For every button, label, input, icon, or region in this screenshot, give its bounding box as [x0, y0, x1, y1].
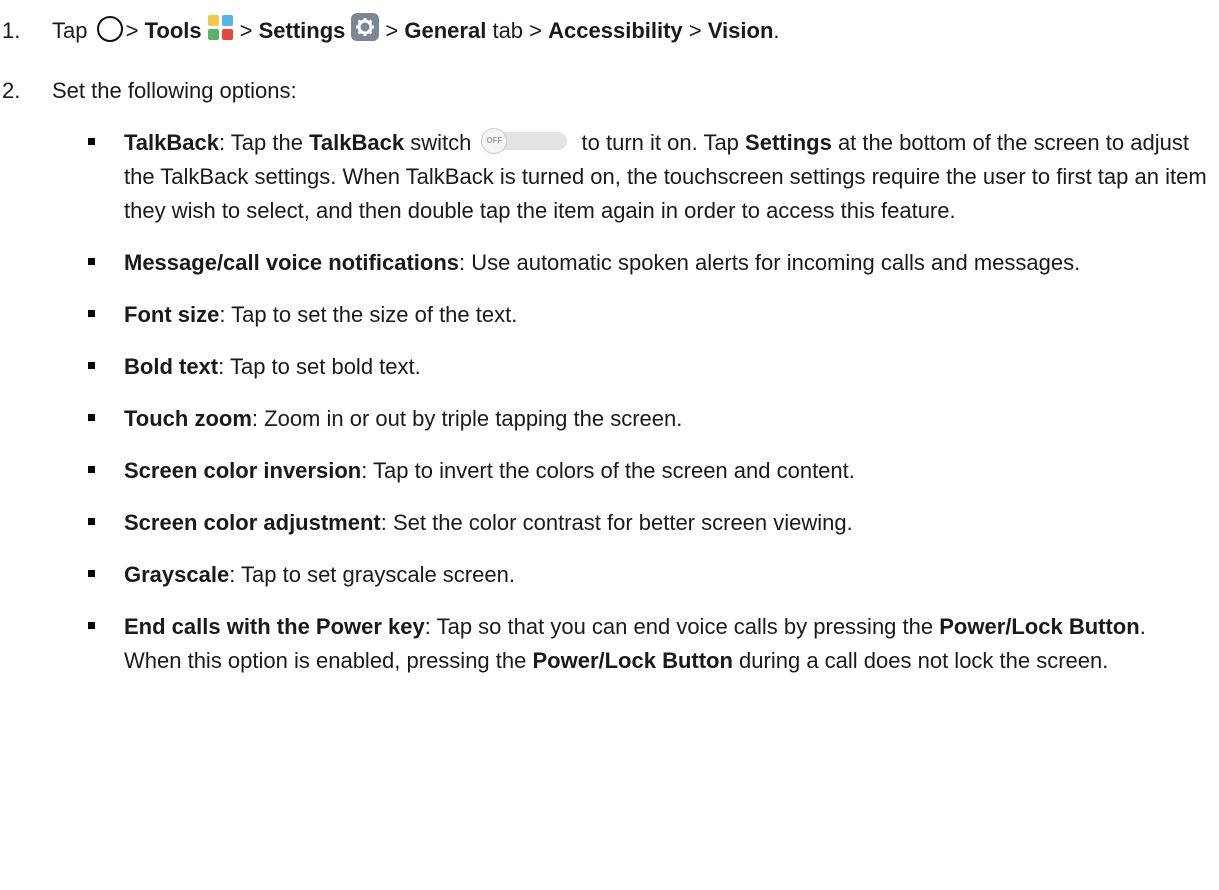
separator: >: [688, 18, 702, 43]
option-text: : Set the color contrast for better scre…: [380, 510, 853, 535]
option-message-call-voice: Message/call voice notifications: Use au…: [0, 246, 1219, 280]
option-term: TalkBack: [309, 130, 405, 155]
separator: >: [125, 18, 139, 43]
option-text: : Tap so that you can end voice calls by…: [424, 614, 940, 639]
option-term: Screen color inversion: [124, 458, 362, 483]
menu-settings: Settings: [258, 18, 346, 43]
option-text: during a call does not lock the screen.: [732, 648, 1109, 673]
option-term: Grayscale: [124, 562, 230, 587]
separator: >: [385, 18, 399, 43]
option-talkback: TalkBack: Tap the TalkBack switch OFF to…: [0, 126, 1219, 228]
option-term: Message/call voice notifications: [124, 250, 460, 275]
option-term: Power/Lock Button: [939, 614, 1140, 639]
step-number: 2.: [2, 78, 21, 103]
option-term: TalkBack: [124, 130, 219, 155]
option-text: : Tap to invert the colors of the screen…: [361, 458, 855, 483]
home-circle-icon: [96, 16, 123, 43]
option-text: : Tap to set the size of the text.: [219, 302, 518, 327]
step-word: Tap: [52, 18, 88, 43]
menu-general: General: [404, 18, 487, 43]
option-term: Touch zoom: [124, 406, 252, 431]
option-grayscale: Grayscale: Tap to set grayscale screen.: [0, 558, 1219, 592]
off-switch-icon: OFF: [481, 128, 568, 155]
step-word: tab: [492, 18, 524, 43]
option-text: to turn it on. Tap: [575, 130, 746, 155]
settings-gear-icon: [351, 13, 380, 42]
step-number: 1.: [2, 18, 21, 43]
option-term: End calls with the Power key: [124, 614, 425, 639]
menu-accessibility: Accessibility: [548, 18, 683, 43]
option-term: Bold text: [124, 354, 219, 379]
option-text: : Use automatic spoken alerts for incomi…: [459, 250, 1081, 275]
separator: >: [529, 18, 543, 43]
option-touch-zoom: Touch zoom: Zoom in or out by triple tap…: [0, 402, 1219, 436]
options-list: TalkBack: Tap the TalkBack switch OFF to…: [0, 126, 1219, 696]
option-term: Font size: [124, 302, 220, 327]
option-end-calls-power-key: End calls with the Power key: Tap so tha…: [0, 610, 1219, 678]
step-text: Set the following options:: [52, 78, 297, 103]
switch-knob: OFF: [481, 128, 508, 155]
separator: >: [239, 18, 253, 43]
option-text: : Zoom in or out by triple tapping the s…: [251, 406, 683, 431]
menu-tools: Tools: [144, 18, 202, 43]
option-text: : Tap the: [218, 130, 310, 155]
tools-folder-icon: [207, 15, 234, 41]
option-screen-color-adjustment: Screen color adjustment: Set the color c…: [0, 506, 1219, 540]
option-font-size: Font size: Tap to set the size of the te…: [0, 298, 1219, 332]
step-text: Tap > Tools > Settings > General tab > Acc…: [52, 13, 780, 48]
option-term: Settings: [745, 130, 832, 155]
option-term: Power/Lock Button: [532, 648, 733, 673]
option-text: switch: [404, 130, 478, 155]
option-text: : Tap to set bold text.: [218, 354, 421, 379]
option-text: : Tap to set grayscale screen.: [229, 562, 515, 587]
option-bold-text: Bold text: Tap to set bold text.: [0, 350, 1219, 384]
menu-vision: Vision: [707, 18, 774, 43]
option-screen-color-inversion: Screen color inversion: Tap to invert th…: [0, 454, 1219, 488]
option-term: Screen color adjustment: [124, 510, 381, 535]
period: .: [773, 18, 780, 43]
